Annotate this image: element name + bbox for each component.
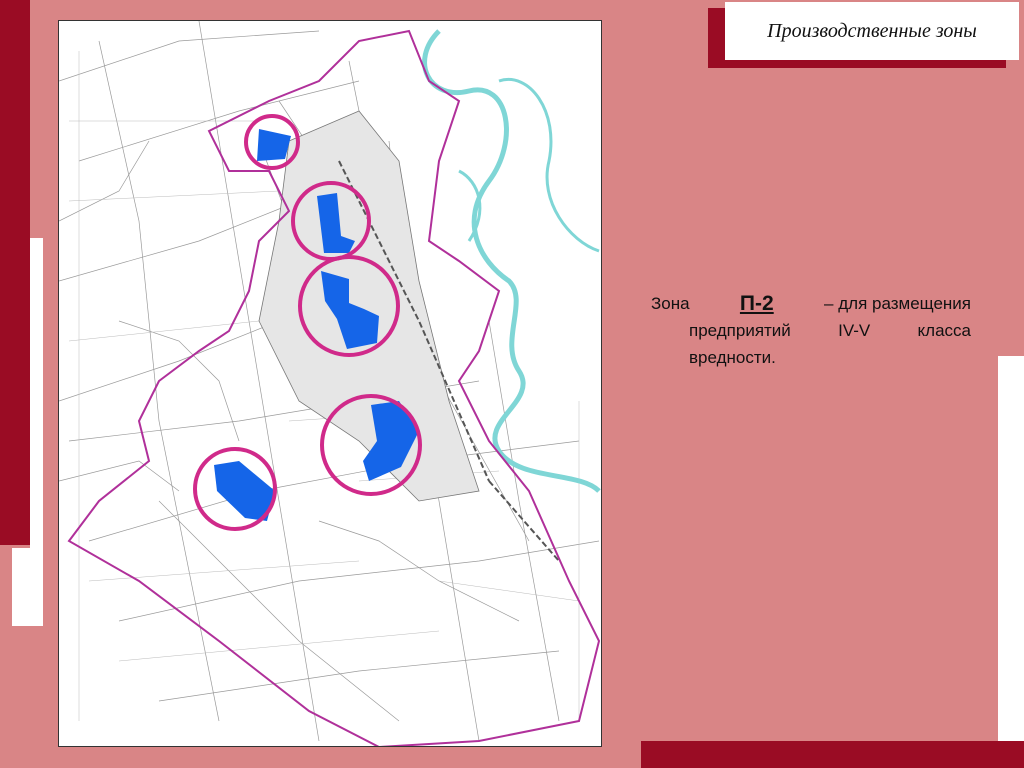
zone-purpose: – для размещения [824, 294, 971, 313]
river-branch [498, 78, 600, 253]
zone-description: Зона П-2 – для размещения предприятий IV… [651, 290, 971, 371]
right-white-strip [998, 356, 1024, 741]
desc-hazard-class: IV-V [838, 321, 871, 340]
railway-spur [488, 480, 560, 562]
desc-word-class: класса [917, 321, 971, 340]
left-white-block [12, 548, 43, 626]
desc-line-1: Зона П-2 – для размещения [651, 290, 971, 317]
title-box: Производственные зоны [725, 2, 1019, 60]
desc-line-3: вредности. [689, 348, 776, 367]
zone-p2-1 [257, 129, 291, 161]
zone-code: П-2 [739, 292, 774, 315]
city-core [258, 110, 480, 502]
left-accent-bar [0, 0, 30, 545]
desc-line-2: предприятий IV-V класса [651, 317, 971, 344]
bottom-accent-bar [641, 741, 1024, 768]
left-white-strip [30, 238, 43, 548]
slide-title: Производственные зоны [767, 19, 977, 42]
zone-prefix: Зона [651, 294, 690, 313]
map-drawing [59, 21, 601, 746]
desc-word-enterprises: предприятий [689, 321, 791, 340]
city-map [58, 20, 602, 747]
